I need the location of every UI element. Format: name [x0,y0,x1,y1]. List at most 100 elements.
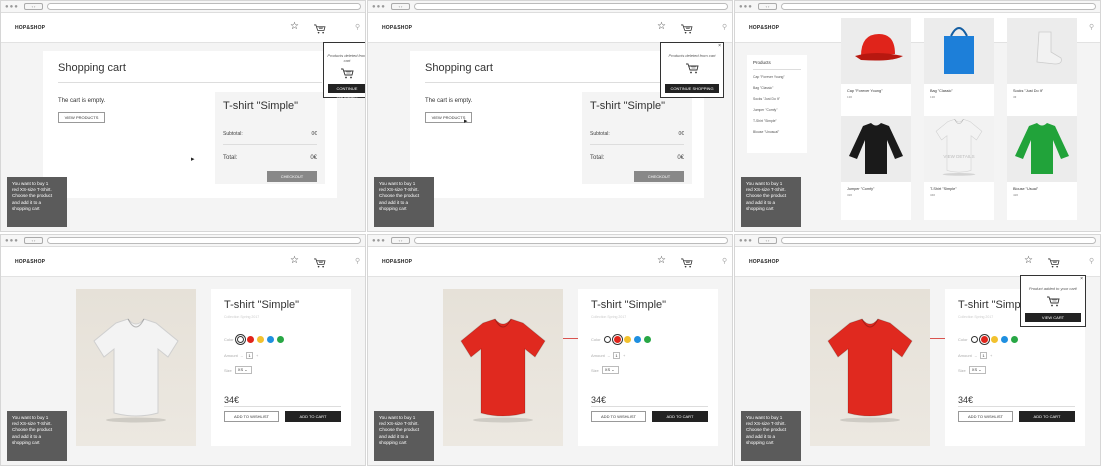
product-card[interactable]: Blouse "Usual" 42€ [1007,116,1077,220]
menu-item[interactable]: Blouse "Unusual" [753,130,801,134]
address-bar[interactable] [781,237,1096,244]
color-swatch[interactable] [633,336,641,343]
site-logo[interactable]: HOP&SHOP [749,259,779,265]
color-swatch[interactable] [234,334,246,345]
menu-item[interactable]: Cap "Forever Young" [753,75,801,79]
star-icon[interactable]: ☆ [657,21,666,32]
search-icon[interactable]: ⚲ [722,257,727,265]
site-logo[interactable]: HOP&SHOP [15,25,45,31]
color-swatch[interactable] [623,336,631,343]
color-swatch[interactable] [990,336,998,343]
product-card[interactable]: Socks "Just Do It" 3€ [1007,18,1077,118]
amount-plus-button[interactable]: + [623,353,625,358]
size-select[interactable]: XS ⌄ [234,366,252,374]
size-select[interactable]: XS ⌄ [601,366,619,374]
add-to-wishlist-button[interactable]: ADD TO WISHLIST [958,411,1013,422]
view-details-label[interactable]: VIEW DETAILS [924,154,994,159]
close-icon[interactable]: × [718,43,721,49]
product-image[interactable] [924,18,994,84]
color-swatch[interactable] [1000,336,1008,343]
color-swatch[interactable] [970,336,978,343]
window-controls-icon[interactable]: ●●● [5,238,19,244]
star-icon[interactable]: ☆ [1024,255,1033,266]
color-swatch[interactable] [611,334,623,345]
cart-icon[interactable] [680,255,693,268]
checkout-button[interactable]: CHECKOUT [267,171,317,182]
back-forward-button[interactable]: ‹ › [391,237,410,244]
view-cart-button[interactable]: VIEW CART [1025,313,1081,322]
window-controls-icon[interactable]: ●●● [739,4,753,10]
address-bar[interactable] [414,237,728,244]
back-forward-button[interactable]: ‹ › [391,3,410,10]
menu-item[interactable]: Socks "Just Do It" [753,97,801,101]
color-swatch[interactable] [256,336,264,343]
product-image[interactable] [841,18,911,84]
close-icon[interactable]: × [365,43,366,49]
cart-icon[interactable] [313,21,326,34]
back-forward-button[interactable]: ‹ › [24,237,43,244]
product-image[interactable] [841,116,911,182]
cart-icon[interactable] [313,255,326,268]
color-swatch[interactable] [603,336,611,343]
window-controls-icon[interactable]: ●●● [739,238,753,244]
search-icon[interactable]: ⚲ [722,23,727,31]
product-image[interactable] [1007,116,1077,182]
address-bar[interactable] [47,237,361,244]
color-swatch[interactable] [246,336,254,343]
amount-minus-button[interactable]: – [241,353,243,358]
address-bar[interactable] [781,3,1096,10]
add-to-cart-button[interactable]: ADD TO CART [652,411,708,422]
add-to-wishlist-button[interactable]: ADD TO WISHLIST [591,411,646,422]
amount-plus-button[interactable]: + [990,353,992,358]
color-swatch[interactable] [266,336,274,343]
cart-icon[interactable] [680,21,693,34]
menu-item[interactable]: Bag "Classic" [753,86,801,90]
continue-shopping-button[interactable]: CONTINUE SHOPPING [665,84,719,93]
product-card[interactable]: Bag "Classic" 13€ [924,18,994,118]
star-icon[interactable]: ☆ [290,255,299,266]
window-controls-icon[interactable]: ●●● [5,4,19,10]
amount-plus-button[interactable]: + [256,353,258,358]
color-swatch[interactable] [1010,336,1018,343]
continue-shopping-button[interactable]: CONTINUE SHOPPING [328,84,365,100]
search-icon[interactable]: ⚲ [355,23,360,31]
cart-icon[interactable] [1047,255,1060,268]
address-bar[interactable] [414,3,728,10]
product-card[interactable]: Jumper "Comfy" 32€ [841,116,911,220]
star-icon[interactable]: ☆ [657,255,666,266]
amount-input[interactable]: 1 [613,352,621,359]
amount-minus-button[interactable]: – [975,353,977,358]
site-logo[interactable]: HOP&SHOP [382,259,412,265]
search-icon[interactable]: ⚲ [355,257,360,265]
star-icon[interactable]: ☆ [290,21,299,32]
checkout-button[interactable]: CHECKOUT [634,171,684,182]
color-swatch[interactable] [643,336,651,343]
address-bar[interactable] [47,3,361,10]
amount-minus-button[interactable]: – [608,353,610,358]
amount-input[interactable]: 1 [246,352,254,359]
product-card[interactable]: VIEW DETAILS T-Shirt "Simple" 34€ [924,116,994,220]
window-controls-icon[interactable]: ●●● [372,4,386,10]
size-select[interactable]: XS ⌄ [968,366,986,374]
menu-item[interactable]: T-Shirt "Simple" [753,119,801,123]
window-controls-icon[interactable]: ●●● [372,238,386,244]
menu-item[interactable]: Jumper "Comfy" [753,108,801,112]
product-image[interactable] [1007,18,1077,84]
add-to-cart-button[interactable]: ADD TO CART [1019,411,1075,422]
search-icon[interactable]: ⚲ [1089,257,1094,265]
add-to-cart-button[interactable]: ADD TO CART [285,411,341,422]
back-forward-button[interactable]: ‹ › [24,3,43,10]
search-icon[interactable]: ⚲ [1089,23,1094,31]
view-products-button[interactable]: VIEW PRODUCTS [58,112,105,123]
amount-input[interactable]: 1 [980,352,988,359]
back-forward-button[interactable]: ‹ › [758,3,777,10]
color-swatch[interactable] [978,334,990,345]
back-forward-button[interactable]: ‹ › [758,237,777,244]
color-swatch[interactable] [276,336,284,343]
site-logo[interactable]: HOP&SHOP [749,25,779,31]
product-card[interactable]: Cap "Forever Young" 13€ [841,18,911,118]
site-logo[interactable]: HOP&SHOP [15,259,45,265]
site-logo[interactable]: HOP&SHOP [382,25,412,31]
close-icon[interactable]: × [1080,276,1083,282]
product-image[interactable] [924,116,994,182]
